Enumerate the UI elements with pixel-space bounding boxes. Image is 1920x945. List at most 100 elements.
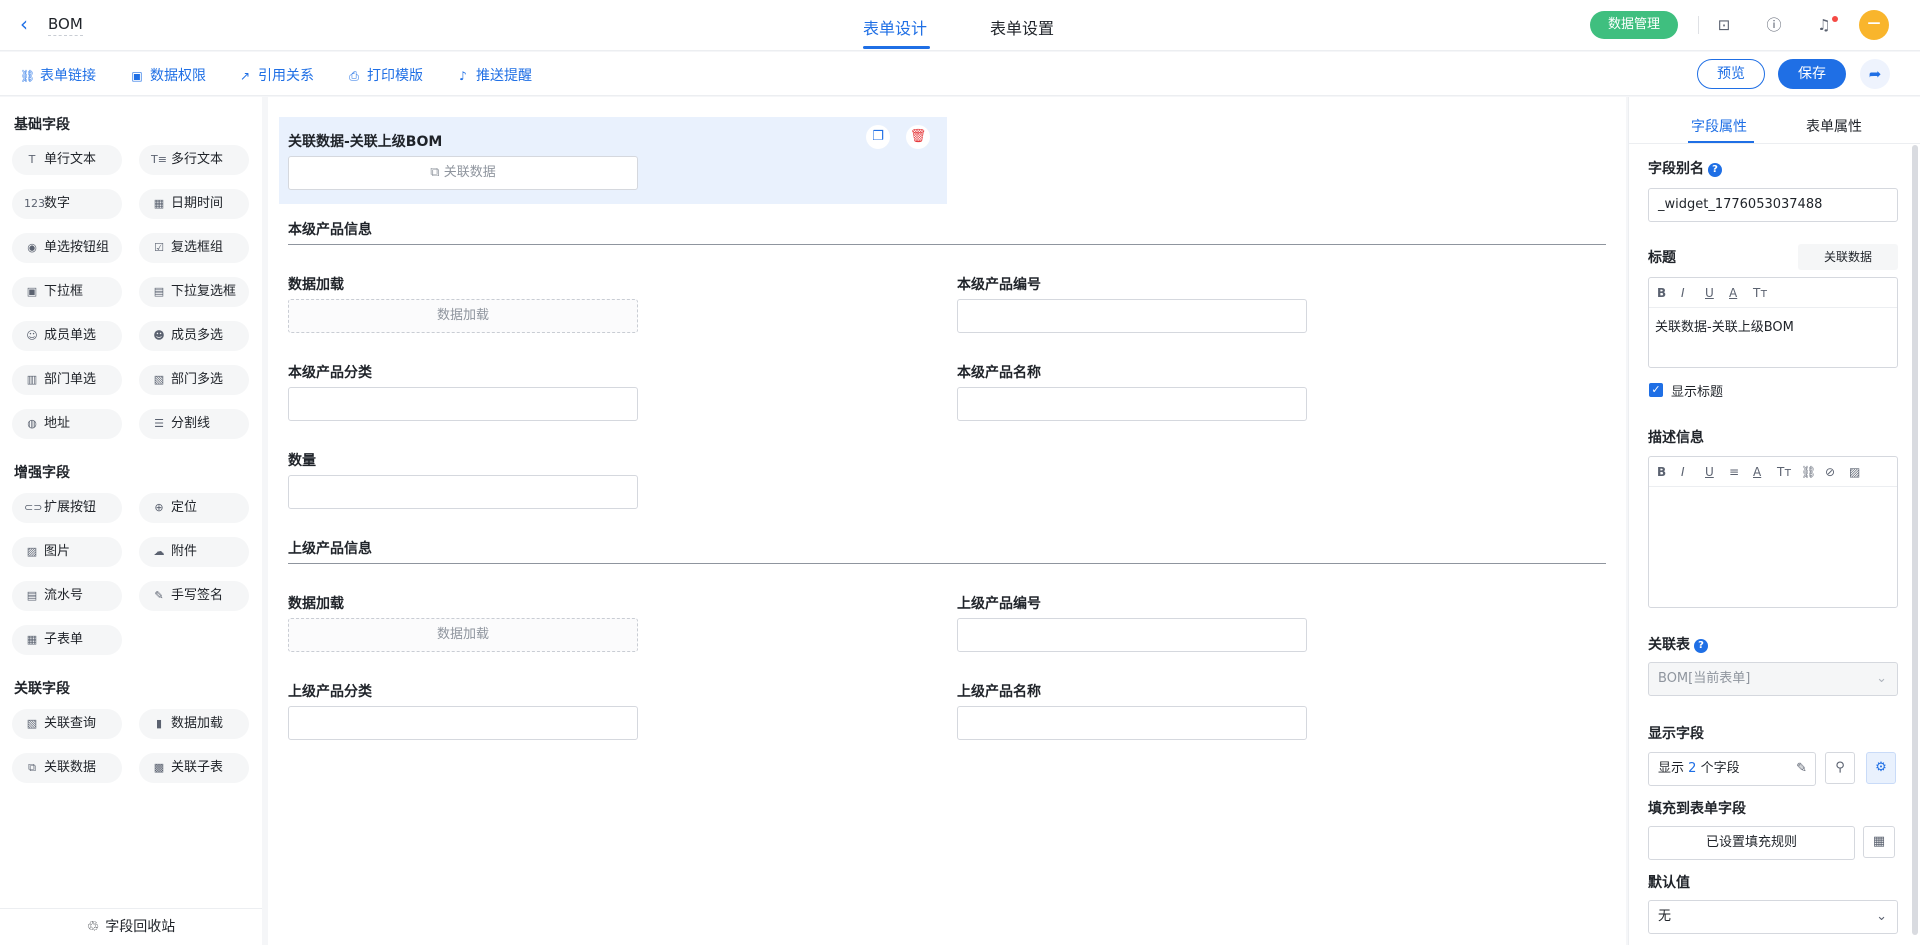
push-reminder-button[interactable]: ♪ 推送提醒 <box>456 65 532 85</box>
palette-divider[interactable]: ☰ 分割线 <box>139 409 249 439</box>
display-fields-input[interactable]: 显示 2 个字段 ✎ <box>1648 752 1816 786</box>
align-icon[interactable]: ≡ <box>1729 457 1753 487</box>
underline-icon[interactable]: U <box>1705 457 1729 487</box>
palette-member-single[interactable]: ☺ 成员单选 <box>12 321 122 351</box>
palette-radio-group[interactable]: ◉ 单选按钮组 <box>12 233 122 263</box>
properties-scrollbar[interactable] <box>1912 145 1918 935</box>
field-label-quantity: 数量 <box>288 453 316 469</box>
app-title[interactable]: BOM <box>48 15 83 36</box>
bold-icon[interactable]: B <box>1657 278 1681 308</box>
share-icon[interactable]: ➦ <box>1860 59 1890 89</box>
palette-attachment[interactable]: ☁ 附件 <box>139 537 249 567</box>
reference-relation-button[interactable]: ↗ 引用关系 <box>238 65 314 85</box>
tab-form-settings[interactable]: 表单设置 <box>990 15 1054 39</box>
palette-address[interactable]: ◍ 地址 <box>12 409 122 439</box>
help-icon[interactable]: ? <box>1694 639 1708 653</box>
field-recycle-bin-button[interactable]: ♲ 字段回收站 <box>0 908 262 945</box>
data-management-button[interactable]: 数据管理 <box>1590 11 1678 39</box>
form-canvas <box>268 97 1626 945</box>
data-permission-button[interactable]: ▣ 数据权限 <box>130 65 206 85</box>
palette-number[interactable]: 123数字 <box>12 189 122 219</box>
dropdown-icon: ▣ <box>26 285 38 298</box>
calculator-icon[interactable]: ▦ <box>1863 826 1895 858</box>
alias-input[interactable]: _widget_1776053037488 <box>1648 188 1898 222</box>
back-arrow-icon[interactable]: ‹ <box>20 14 40 36</box>
section-title-current-product: 本级产品信息 <box>288 222 372 238</box>
print-template-button[interactable]: ⎙ 打印模版 <box>347 65 423 85</box>
parent-product-category-input[interactable] <box>288 706 638 740</box>
palette-dropdown-multi[interactable]: ▤ 下拉复选框 <box>139 277 249 307</box>
palette-dropdown[interactable]: ▣ 下拉框 <box>12 277 122 307</box>
edit-icon[interactable]: ✎ <box>1796 753 1807 785</box>
palette-datetime[interactable]: ▦ 日期时间 <box>139 189 249 219</box>
title-editor[interactable]: B I U A Tт 关联数据-关联上级BOM <box>1648 277 1898 368</box>
user-avatar[interactable]: — <box>1859 10 1889 40</box>
palette-signature[interactable]: ✎ 手写签名 <box>139 581 249 611</box>
font-size-icon[interactable]: Tт <box>1777 457 1801 487</box>
data-load-placeholder-1[interactable]: 数据加载 <box>288 299 638 333</box>
image-icon[interactable]: ▨ <box>1849 457 1873 487</box>
palette-subform[interactable]: ▦ 子表单 <box>12 625 122 655</box>
palette-multi-line-text[interactable]: T≡ 多行文本 <box>139 145 249 175</box>
rtab-divider <box>1629 143 1920 144</box>
checkbox-icon: ☑ <box>154 241 164 254</box>
quantity-input[interactable] <box>288 475 638 509</box>
bold-icon[interactable]: B <box>1657 457 1681 487</box>
underline-icon[interactable]: U <box>1705 278 1729 308</box>
palette-related-query[interactable]: ▧ 关联查询 <box>12 709 122 739</box>
recycle-icon: ♲ <box>86 919 100 935</box>
show-title-checkbox[interactable]: ✓ <box>1649 383 1663 397</box>
unlink-icon[interactable]: ⊘ <box>1825 457 1849 487</box>
italic-icon[interactable]: I <box>1681 278 1705 308</box>
palette-data-load[interactable]: ▮ 数据加载 <box>139 709 249 739</box>
help-icon[interactable]: ⓘ <box>1763 14 1785 36</box>
settings-icon[interactable]: ⚙ <box>1866 752 1896 784</box>
title-label: 标题 <box>1648 250 1676 266</box>
current-product-name-input[interactable] <box>957 387 1307 421</box>
font-size-icon[interactable]: Tт <box>1753 278 1777 308</box>
form-link-button[interactable]: ⛓ 表单链接 <box>20 65 96 85</box>
palette-department-multi[interactable]: ▧ 部门多选 <box>139 365 249 395</box>
description-editor-content[interactable] <box>1649 487 1897 503</box>
preview-button[interactable]: 预览 <box>1697 59 1765 89</box>
fill-rules-button[interactable]: 已设置填充规则 <box>1648 826 1855 860</box>
palette-related-subtable[interactable]: ▩ 关联子表 <box>139 753 249 783</box>
palette-image[interactable]: ▨ 图片 <box>12 537 122 567</box>
link-icon[interactable]: ⛓ <box>1801 457 1825 487</box>
title-editor-content[interactable]: 关联数据-关联上级BOM <box>1649 308 1897 343</box>
palette-serial-number[interactable]: ▤ 流水号 <box>12 581 122 611</box>
tab-field-properties[interactable]: 字段属性 <box>1691 116 1747 136</box>
palette-location[interactable]: ⊕ 定位 <box>139 493 249 523</box>
contacts-icon[interactable]: ⊡ <box>1713 14 1735 36</box>
palette-member-multi[interactable]: ☻ 成员多选 <box>139 321 249 351</box>
title-tag[interactable]: 关联数据 <box>1798 244 1898 270</box>
trash-icon[interactable]: 🗑 <box>906 125 930 149</box>
font-color-icon[interactable]: A <box>1753 457 1777 487</box>
filter-icon[interactable]: ⚲ <box>1825 752 1855 784</box>
italic-icon[interactable]: I <box>1681 457 1705 487</box>
data-load-placeholder-2[interactable]: 数据加载 <box>288 618 638 652</box>
copy-icon[interactable]: ❐ <box>866 125 890 149</box>
default-value-select[interactable]: 无 ⌄ <box>1648 900 1898 934</box>
parent-product-name-input[interactable] <box>957 706 1307 740</box>
current-product-category-input[interactable] <box>288 387 638 421</box>
help-icon[interactable]: ? <box>1708 163 1722 177</box>
form-toolbar: ⛓ 表单链接 ▣ 数据权限 ↗ 引用关系 ⎙ 打印模版 ♪ 推送提醒 预览 保存 ➦ <box>0 52 1920 96</box>
palette-related-data[interactable]: ⧉ 关联数据 <box>12 753 122 783</box>
tab-form-design[interactable]: 表单设计 <box>863 15 927 39</box>
group-title-basic: 基础字段 <box>14 117 70 133</box>
current-product-code-input[interactable] <box>957 299 1307 333</box>
font-color-icon[interactable]: A <box>1729 278 1753 308</box>
save-button[interactable]: 保存 <box>1778 59 1846 89</box>
palette-extend-button[interactable]: ⊂⊃ 扩展按钮 <box>12 493 122 523</box>
description-editor[interactable]: B I U ≡ A Tт ⛓ ⊘ ▨ <box>1648 456 1898 608</box>
palette-single-line-text[interactable]: T 单行文本 <box>12 145 122 175</box>
related-data-button[interactable]: ⧉ 关联数据 <box>288 156 638 190</box>
palette-department-single[interactable]: ▥ 部门单选 <box>12 365 122 395</box>
description-label: 描述信息 <box>1648 430 1704 446</box>
parent-product-code-input[interactable] <box>957 618 1307 652</box>
chevron-down-icon: ⌄ <box>1876 909 1887 924</box>
tab-form-properties[interactable]: 表单属性 <box>1806 116 1862 136</box>
default-value-label: 默认值 <box>1648 875 1690 891</box>
palette-checkbox-group[interactable]: ☑ 复选框组 <box>139 233 249 263</box>
